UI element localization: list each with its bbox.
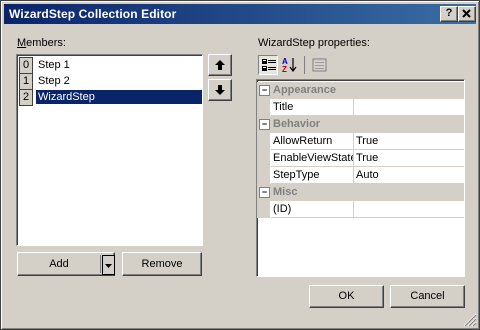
category-appearance[interactable]: − Appearance [257, 82, 464, 99]
category-misc[interactable]: − Misc [257, 184, 464, 201]
alphabetical-button[interactable]: A Z [280, 55, 300, 75]
member-name: WizardStep [36, 90, 202, 104]
remove-button[interactable]: Remove [122, 252, 202, 276]
collapse-icon[interactable]: − [259, 119, 270, 130]
move-up-button[interactable] [208, 54, 232, 76]
svg-text:Z: Z [282, 65, 287, 74]
close-button[interactable] [458, 6, 476, 22]
property-value[interactable] [354, 201, 464, 218]
property-name: AllowReturn [271, 133, 354, 150]
title-bar[interactable]: WizardStep Collection Editor ? [4, 4, 476, 24]
member-name: Step 1 [38, 59, 70, 71]
property-value[interactable] [354, 99, 464, 116]
property-row-allowreturn[interactable]: AllowReturn True [257, 133, 464, 150]
categorized-icon [262, 59, 276, 71]
alphabetical-icon: A Z [282, 57, 297, 74]
window-title: WizardStep Collection Editor [9, 7, 177, 21]
resize-grip-icon[interactable] [463, 313, 477, 327]
property-value[interactable]: True [354, 150, 464, 167]
list-item-selected[interactable]: 2 WizardStep [19, 89, 202, 106]
property-row-title[interactable]: Title [257, 99, 464, 116]
property-name: StepType [271, 167, 354, 184]
dialog-window: WizardStep Collection Editor ? Members: … [0, 0, 480, 330]
collapse-icon[interactable]: − [259, 187, 270, 198]
property-grid[interactable]: − Appearance Title − Behavior AllowRetur… [256, 79, 465, 277]
categorized-button[interactable] [258, 55, 278, 75]
property-row-id[interactable]: (ID) [257, 201, 464, 218]
list-item[interactable]: 1 Step 2 [19, 73, 202, 90]
move-down-button[interactable] [208, 79, 232, 101]
property-pages-button[interactable] [310, 55, 330, 75]
add-dropdown[interactable] [102, 255, 115, 275]
collapse-icon[interactable]: − [259, 85, 270, 96]
property-row-enableviewstate[interactable]: EnableViewState True [257, 150, 464, 167]
add-button[interactable]: Add [17, 252, 115, 276]
property-row-steptype[interactable]: StepType Auto [257, 167, 464, 184]
chevron-down-icon [105, 264, 112, 268]
member-index: 1 [19, 73, 33, 90]
properties-label: WizardStep properties: [258, 37, 370, 49]
category-name: Appearance [273, 84, 336, 96]
members-label: Members: [17, 37, 66, 49]
cancel-button[interactable]: Cancel [390, 285, 465, 308]
list-item[interactable]: 0 Step 1 [19, 57, 202, 74]
ok-button[interactable]: OK [309, 285, 384, 308]
category-name: Behavior [273, 118, 321, 130]
property-value[interactable]: Auto [354, 167, 464, 184]
members-list[interactable]: 0 Step 1 1 Step 2 2 WizardStep [16, 54, 203, 246]
close-icon [462, 9, 471, 18]
member-name: Step 2 [38, 75, 70, 87]
member-index: 0 [19, 57, 33, 74]
property-name: Title [271, 99, 354, 116]
add-label: Add [49, 258, 69, 270]
up-arrow-icon [215, 60, 225, 70]
category-name: Misc [273, 186, 298, 198]
member-index: 2 [19, 89, 33, 106]
category-behavior[interactable]: − Behavior [257, 116, 464, 133]
property-name: (ID) [271, 201, 354, 218]
property-pages-icon [312, 58, 327, 72]
help-button[interactable]: ? [440, 6, 458, 22]
down-arrow-icon [215, 85, 225, 95]
property-name: EnableViewState [271, 150, 354, 167]
property-value[interactable]: True [354, 133, 464, 150]
